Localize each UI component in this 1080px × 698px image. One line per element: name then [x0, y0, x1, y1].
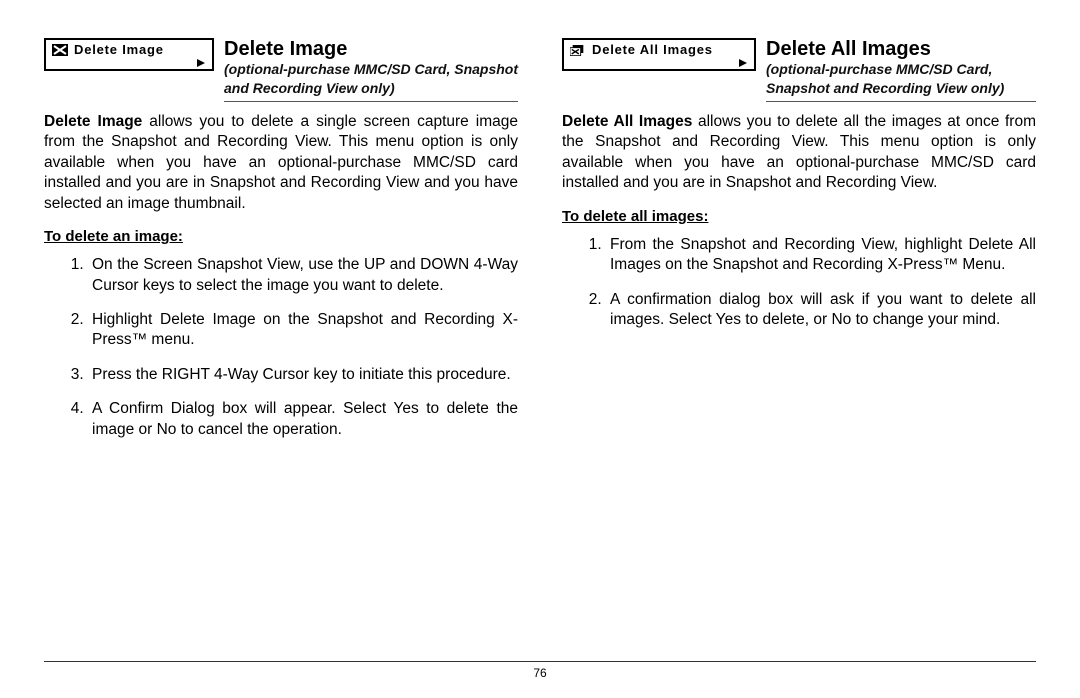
procedure-heading: To delete all images:	[562, 208, 1036, 225]
menu-option-label: Delete All Images	[592, 43, 713, 56]
procedure-heading: To delete an image:	[44, 228, 518, 245]
intro-paragraph: Delete All Images allows you to delete a…	[562, 112, 1036, 194]
intro-paragraph: Delete Image allows you to delete a sing…	[44, 112, 518, 214]
list-item: A confirmation dialog box will ask if yo…	[606, 290, 1036, 331]
section-title: Delete All Images	[766, 38, 1036, 60]
lead-term: Delete All Images	[562, 113, 692, 130]
delete-image-icon	[52, 44, 68, 56]
right-arrow-icon	[52, 58, 206, 68]
menu-option-thumbnail: Delete Image	[44, 38, 214, 71]
section-header: Delete All Images Delete All Images (opt…	[562, 38, 1036, 102]
list-item: From the Snapshot and Recording View, hi…	[606, 235, 1036, 276]
two-column-layout: Delete Image Delete Image (optional-purc…	[44, 38, 1036, 454]
list-item: Highlight Delete Image on the Snapshot a…	[88, 310, 518, 351]
section-subtitle: (optional-purchase MMC/SD Card, Snapshot…	[766, 60, 1036, 98]
section-subtitle: (optional-purchase MMC/SD Card, Snapshot…	[224, 60, 518, 98]
list-item: A Confirm Dialog box will appear. Select…	[88, 399, 518, 440]
page-number: 76	[533, 666, 546, 680]
right-column: Delete All Images Delete All Images (opt…	[562, 38, 1036, 454]
procedure-list: From the Snapshot and Recording View, hi…	[562, 235, 1036, 331]
section-title: Delete Image	[224, 38, 518, 60]
lead-term: Delete Image	[44, 113, 142, 130]
menu-option-label: Delete Image	[74, 43, 164, 56]
list-item: On the Screen Snapshot View, use the UP …	[88, 255, 518, 296]
list-item: Press the RIGHT 4-Way Cursor key to init…	[88, 365, 518, 385]
left-column: Delete Image Delete Image (optional-purc…	[44, 38, 518, 454]
page-footer: 76	[44, 661, 1036, 680]
title-block: Delete All Images (optional-purchase MMC…	[766, 38, 1036, 102]
delete-all-images-icon	[570, 44, 586, 56]
menu-option-thumbnail: Delete All Images	[562, 38, 756, 71]
section-header: Delete Image Delete Image (optional-purc…	[44, 38, 518, 102]
procedure-list: On the Screen Snapshot View, use the UP …	[44, 255, 518, 440]
title-block: Delete Image (optional-purchase MMC/SD C…	[224, 38, 518, 102]
right-arrow-icon	[570, 58, 748, 68]
